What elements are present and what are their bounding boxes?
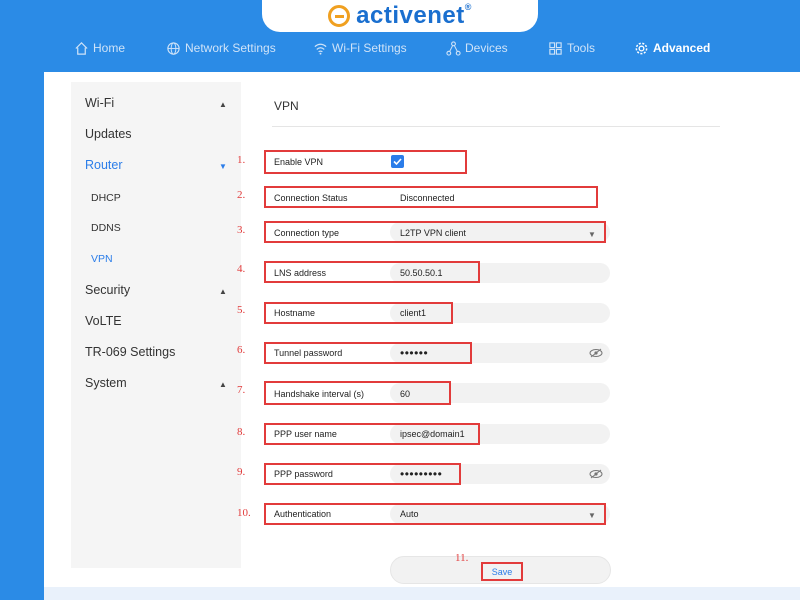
nav-tools[interactable]: Tools: [548, 36, 595, 60]
gear-icon: [635, 42, 648, 54]
enable-vpn-checkbox[interactable]: [391, 155, 404, 168]
tools-icon: [549, 41, 562, 55]
caret-up-icon[interactable]: ▲: [219, 380, 227, 389]
tunnel-password-value: ••••••: [400, 346, 429, 360]
step-number: 11.: [455, 552, 469, 564]
eye-hidden-icon[interactable]: [589, 469, 603, 479]
globe-icon: [167, 41, 180, 55]
hostname-label: Hostname: [274, 308, 316, 318]
ppp-password-value: •••••••••: [400, 467, 443, 481]
page-title: VPN: [274, 99, 299, 113]
step-number: 9.: [237, 466, 246, 478]
step-number: 7.: [237, 384, 246, 396]
step-number: 2.: [237, 189, 246, 201]
lns-address-label: LNS address: [274, 268, 327, 278]
home-icon: [75, 41, 88, 55]
sidebar-item-volte[interactable]: VoLTE: [85, 314, 122, 328]
sidebar: Wi-Fi ▲ Updates Router ▼ DHCP DDNS VPN S…: [71, 82, 241, 568]
top-nav: Home Network Settings Wi-Fi Settings Dev…: [0, 36, 800, 60]
caret-up-icon[interactable]: ▲: [219, 287, 227, 296]
sidebar-item-security[interactable]: Security: [85, 283, 130, 297]
divider: [272, 126, 720, 127]
caret-up-icon[interactable]: ▲: [219, 100, 227, 109]
ppp-username-value: ipsec@domain1: [400, 429, 465, 439]
nav-advanced[interactable]: Advanced: [634, 36, 710, 60]
step-number: 5.: [237, 304, 246, 316]
connection-status-label: Connection Status: [274, 193, 348, 203]
checkmark-icon: [393, 158, 402, 166]
hostname-value: client1: [400, 308, 427, 318]
save-button[interactable]: Save: [481, 562, 523, 581]
connection-status-value: Disconnected: [400, 193, 455, 203]
ppp-username-label: PPP user name: [274, 429, 337, 439]
wifi-icon: [314, 43, 327, 55]
step-number: 1.: [237, 154, 246, 166]
connection-type-label: Connection type: [274, 228, 340, 238]
brand-logo: activenet®: [262, 0, 538, 32]
step-number: 4.: [237, 263, 246, 275]
authentication-label: Authentication: [274, 509, 332, 519]
nav-network-settings[interactable]: Network Settings: [166, 36, 276, 60]
sidebar-item-tr069[interactable]: TR-069 Settings: [85, 345, 175, 359]
nav-wifi-settings[interactable]: Wi-Fi Settings: [313, 36, 407, 60]
step-number: 3.: [237, 224, 246, 236]
enable-vpn-label: Enable VPN: [274, 157, 324, 167]
devices-icon: [446, 40, 461, 56]
sidebar-item-dhcp[interactable]: DHCP: [91, 192, 121, 204]
sidebar-item-wifi[interactable]: Wi-Fi: [85, 96, 114, 110]
logo-icon: [328, 5, 351, 27]
sidebar-item-ddns[interactable]: DDNS: [91, 222, 121, 234]
caret-down-icon[interactable]: ▼: [219, 162, 227, 171]
connection-type-value: L2TP VPN client: [400, 228, 466, 238]
sidebar-item-system[interactable]: System: [85, 376, 127, 390]
chevron-down-icon[interactable]: ▼: [588, 230, 596, 239]
handshake-interval-label: Handshake interval (s): [274, 389, 365, 399]
tunnel-password-label: Tunnel password: [274, 348, 343, 358]
lns-address-value: 50.50.50.1: [400, 268, 443, 278]
nav-devices[interactable]: Devices: [446, 36, 508, 60]
brand-name: activenet®: [356, 2, 472, 29]
eye-hidden-icon[interactable]: [589, 348, 603, 358]
step-number: 8.: [237, 426, 246, 438]
sidebar-item-vpn[interactable]: VPN: [91, 253, 113, 265]
sidebar-item-router[interactable]: Router: [85, 158, 123, 172]
step-number: 6.: [237, 344, 246, 356]
chevron-down-icon[interactable]: ▼: [588, 511, 596, 520]
main-panel: Wi-Fi ▲ Updates Router ▼ DHCP DDNS VPN S…: [44, 72, 800, 600]
handshake-interval-value: 60: [400, 389, 411, 399]
nav-home[interactable]: Home: [74, 36, 125, 60]
ppp-password-label: PPP password: [274, 469, 333, 479]
authentication-value: Auto: [400, 509, 419, 519]
sidebar-item-updates[interactable]: Updates: [85, 127, 132, 141]
footer-strip: [44, 587, 800, 600]
step-number: 10.: [237, 507, 251, 519]
